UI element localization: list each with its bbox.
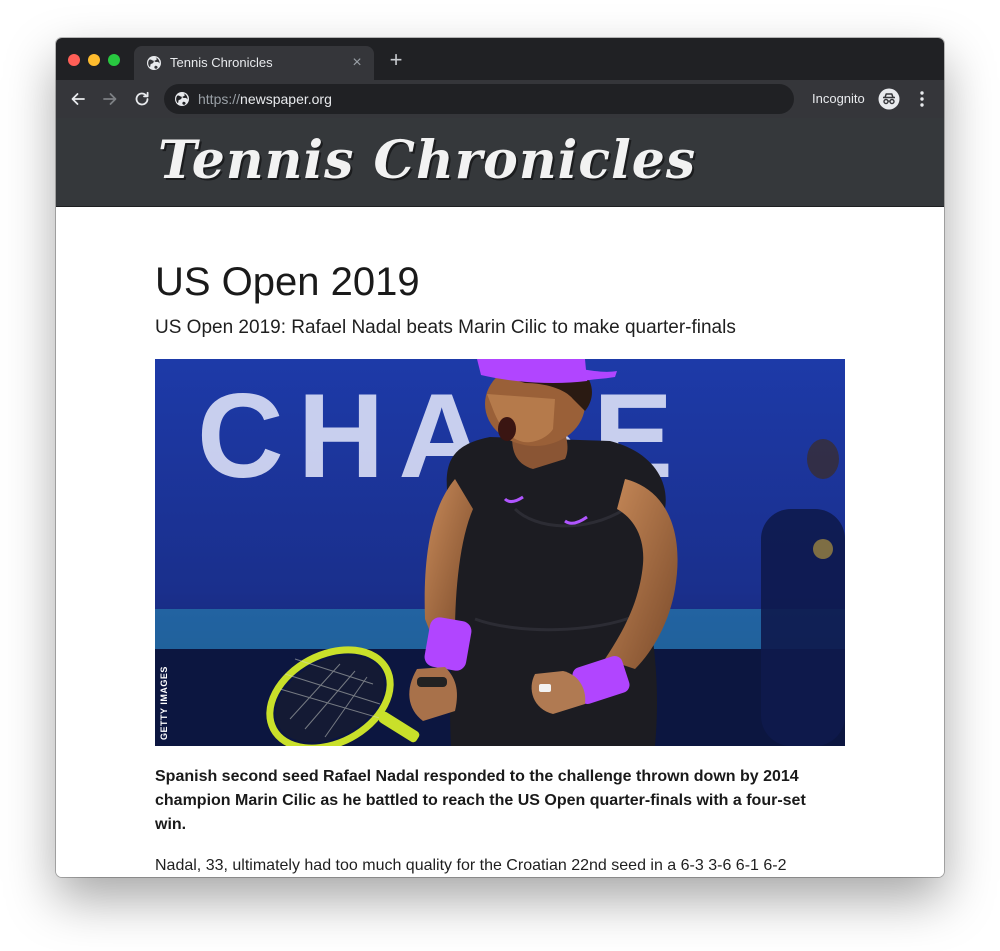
close-icon[interactable]: × bbox=[348, 54, 366, 72]
tab-title: Tennis Chronicles bbox=[170, 55, 273, 70]
site-logo[interactable]: Tennis Chronicles bbox=[158, 128, 696, 194]
article-hero-image: CHASE GETTY IMAGES bbox=[155, 359, 845, 746]
tab-strip: Tennis Chronicles × + bbox=[56, 38, 944, 80]
globe-icon bbox=[147, 56, 161, 70]
article-content: US Open 2019 US Open 2019: Rafael Nadal … bbox=[56, 208, 944, 877]
url-host: newspaper.org bbox=[240, 91, 332, 107]
globe-icon bbox=[175, 92, 189, 106]
reload-icon[interactable] bbox=[132, 89, 152, 109]
more-menu-icon[interactable] bbox=[914, 89, 930, 109]
url-text: https://newspaper.org bbox=[198, 91, 332, 107]
maximize-window-button[interactable] bbox=[108, 54, 120, 66]
address-bar[interactable]: https://newspaper.org bbox=[164, 84, 794, 114]
forward-arrow-icon[interactable] bbox=[100, 89, 120, 109]
new-tab-button[interactable]: + bbox=[386, 49, 406, 71]
back-arrow-icon[interactable] bbox=[68, 89, 88, 109]
article-body-paragraph: Nadal, 33, ultimately had too much quali… bbox=[155, 857, 787, 874]
tab-tennis-chronicles[interactable]: Tennis Chronicles × bbox=[134, 46, 374, 80]
incognito-icon[interactable] bbox=[878, 88, 900, 110]
article-subtitle: US Open 2019: Rafael Nadal beats Marin C… bbox=[155, 317, 736, 338]
article-title: US Open 2019 bbox=[155, 260, 420, 304]
photo-credit: GETTY IMAGES bbox=[159, 666, 169, 740]
minimize-window-button[interactable] bbox=[88, 54, 100, 66]
incognito-label: Incognito bbox=[812, 91, 865, 106]
article-lead: Spanish second seed Rafael Nadal respond… bbox=[155, 768, 806, 833]
browser-window: Tennis Chronicles × + https://newspaper.… bbox=[56, 38, 944, 877]
url-scheme: https:// bbox=[198, 91, 241, 107]
site-masthead: Tennis Chronicles bbox=[56, 118, 944, 207]
toolbar: https://newspaper.org Incognito bbox=[56, 80, 944, 118]
close-window-button[interactable] bbox=[68, 54, 80, 66]
nadal-celebration-photo: CHASE bbox=[155, 359, 845, 746]
